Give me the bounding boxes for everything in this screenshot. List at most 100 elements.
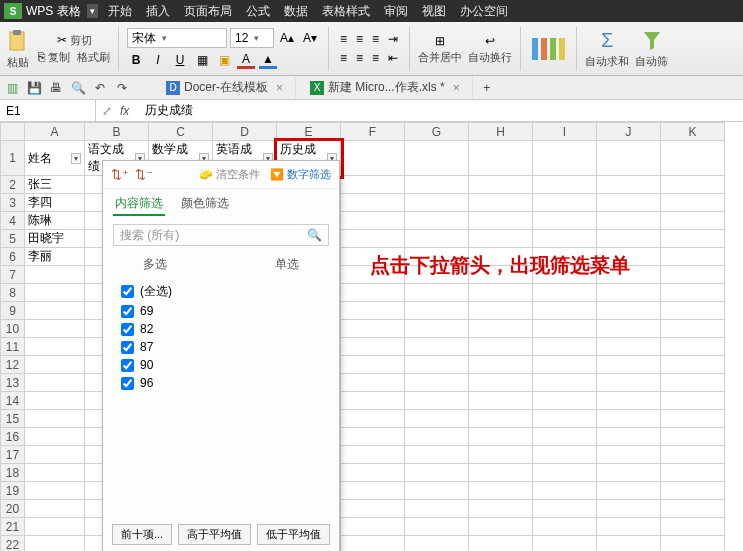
tab-docer-close[interactable]: ×: [272, 81, 287, 95]
cell-H20[interactable]: [469, 500, 533, 518]
cell-I14[interactable]: [533, 392, 597, 410]
cell-F10[interactable]: [341, 320, 405, 338]
cell-I22[interactable]: [533, 536, 597, 552]
italic-button[interactable]: I: [149, 51, 167, 69]
tab-docer[interactable]: D Docer-在线模板 ×: [158, 77, 296, 98]
cell-K5[interactable]: [661, 230, 725, 248]
cell-F18[interactable]: [341, 464, 405, 482]
menu-view[interactable]: 视图: [422, 3, 446, 20]
row-header[interactable]: 21: [1, 518, 25, 536]
cell-F5[interactable]: [341, 230, 405, 248]
cell-F4[interactable]: [341, 212, 405, 230]
cell-G1[interactable]: [405, 141, 469, 176]
cell-F20[interactable]: [341, 500, 405, 518]
clear-filter-button[interactable]: 🧽 清空条件: [199, 167, 260, 182]
new-file-icon[interactable]: ▥: [4, 80, 20, 96]
cell-A4[interactable]: 陈琳: [25, 212, 85, 230]
cell-J14[interactable]: [597, 392, 661, 410]
cell-A16[interactable]: [25, 428, 85, 446]
cell-F19[interactable]: [341, 482, 405, 500]
cell-A15[interactable]: [25, 410, 85, 428]
cell-K4[interactable]: [661, 212, 725, 230]
cell-H1[interactable]: [469, 141, 533, 176]
row-header[interactable]: 9: [1, 302, 25, 320]
above-avg-button[interactable]: 高于平均值: [178, 524, 251, 545]
number-filter-button[interactable]: 🔽 数字筛选: [270, 167, 331, 182]
menu-home[interactable]: 开始: [108, 3, 132, 20]
col-header-J[interactable]: J: [597, 123, 661, 141]
row-header[interactable]: 6: [1, 248, 25, 266]
cell-G9[interactable]: [405, 302, 469, 320]
row-header[interactable]: 15: [1, 410, 25, 428]
autosum-icon[interactable]: Σ: [598, 28, 616, 53]
cell-F8[interactable]: [341, 284, 405, 302]
cell-A13[interactable]: [25, 374, 85, 392]
row-header[interactable]: 13: [1, 374, 25, 392]
cell-H19[interactable]: [469, 482, 533, 500]
cut-button[interactable]: 剪切: [70, 33, 92, 48]
cell-J9[interactable]: [597, 302, 661, 320]
formula-value[interactable]: 历史成绩: [145, 102, 193, 119]
cell-J13[interactable]: [597, 374, 661, 392]
cell-G22[interactable]: [405, 536, 469, 552]
cell-J21[interactable]: [597, 518, 661, 536]
wrap-text-icon[interactable]: ↩: [482, 33, 498, 49]
cell-I5[interactable]: [533, 230, 597, 248]
cell-G4[interactable]: [405, 212, 469, 230]
cell-K2[interactable]: [661, 176, 725, 194]
row-header[interactable]: 14: [1, 392, 25, 410]
fill-color-button[interactable]: ▣: [215, 51, 233, 69]
cell-J3[interactable]: [597, 194, 661, 212]
cell-J12[interactable]: [597, 356, 661, 374]
cell-I13[interactable]: [533, 374, 597, 392]
cell-A3[interactable]: 李四: [25, 194, 85, 212]
tab-workbook-close[interactable]: ×: [449, 81, 464, 95]
cell-A10[interactable]: [25, 320, 85, 338]
cell-I8[interactable]: [533, 284, 597, 302]
menu-workspace[interactable]: 办公空间: [460, 3, 508, 20]
highlight-button[interactable]: ▲: [259, 51, 277, 69]
content-filter-tab[interactable]: 内容筛选: [113, 193, 165, 216]
cell-A1[interactable]: 姓名▾: [25, 141, 85, 176]
cell-I2[interactable]: [533, 176, 597, 194]
cell-K16[interactable]: [661, 428, 725, 446]
cell-I15[interactable]: [533, 410, 597, 428]
font-color-button[interactable]: A: [237, 51, 255, 69]
undo-icon[interactable]: ↶: [92, 80, 108, 96]
new-tab-button[interactable]: +: [479, 80, 495, 96]
cell-A18[interactable]: [25, 464, 85, 482]
expand-icon[interactable]: ⤢: [102, 104, 112, 118]
row-header[interactable]: 17: [1, 446, 25, 464]
filter-item-checkbox[interactable]: [121, 285, 134, 298]
cell-A6[interactable]: 李丽: [25, 248, 85, 266]
cell-G2[interactable]: [405, 176, 469, 194]
cell-J1[interactable]: [597, 141, 661, 176]
cell-K13[interactable]: [661, 374, 725, 392]
cell-I20[interactable]: [533, 500, 597, 518]
redo-icon[interactable]: ↷: [114, 80, 130, 96]
filter-item[interactable]: 69: [121, 302, 321, 320]
cell-I17[interactable]: [533, 446, 597, 464]
cell-J4[interactable]: [597, 212, 661, 230]
col-header-E[interactable]: E: [277, 123, 341, 141]
cell-I10[interactable]: [533, 320, 597, 338]
cell-A7[interactable]: [25, 266, 85, 284]
borders-button[interactable]: ▦: [193, 51, 211, 69]
app-name-dropdown[interactable]: ▾: [87, 4, 98, 18]
cell-J16[interactable]: [597, 428, 661, 446]
cell-H9[interactable]: [469, 302, 533, 320]
filter-item-checkbox[interactable]: [121, 359, 134, 372]
col-header-A[interactable]: A: [25, 123, 85, 141]
cell-I12[interactable]: [533, 356, 597, 374]
cell-K6[interactable]: [661, 248, 725, 266]
color-filter-tab[interactable]: 颜色筛选: [179, 193, 231, 216]
cell-H14[interactable]: [469, 392, 533, 410]
cell-A12[interactable]: [25, 356, 85, 374]
corner-cell[interactable]: [1, 123, 25, 141]
cell-A5[interactable]: 田晓宇: [25, 230, 85, 248]
cell-H4[interactable]: [469, 212, 533, 230]
cell-A14[interactable]: [25, 392, 85, 410]
cell-K14[interactable]: [661, 392, 725, 410]
fx-icon[interactable]: fx: [120, 104, 129, 118]
cell-F11[interactable]: [341, 338, 405, 356]
